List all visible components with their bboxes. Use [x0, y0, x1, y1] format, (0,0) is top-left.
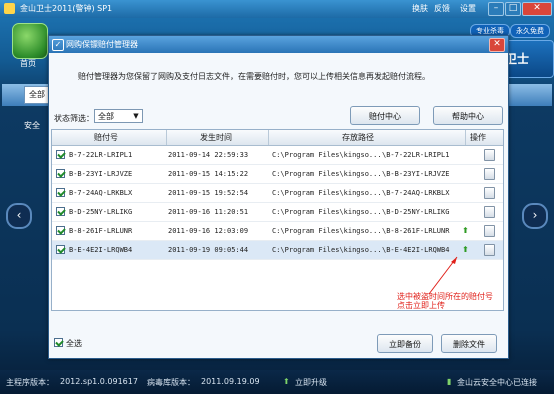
row-time: 2011-09-16 11:20:51 — [168, 208, 249, 216]
open-file-icon[interactable] — [484, 187, 495, 199]
row-time: 2011-09-15 14:15:22 — [168, 170, 249, 178]
dialog-title-bar: ✓ 网购保镖赔付管理器 ✕ — [49, 36, 508, 53]
row-checkbox[interactable] — [56, 207, 65, 216]
upload-icon[interactable]: ⬆ — [462, 226, 469, 235]
table-row[interactable]: B-E-4E2I-LRQWB4 2011-09-19 09:05:44 C:\Pro… — [52, 241, 503, 260]
row-checkbox[interactable] — [56, 226, 65, 235]
row-checkbox[interactable] — [56, 188, 65, 197]
backup-now-button[interactable]: 立即备份 — [377, 334, 433, 353]
open-file-icon[interactable] — [484, 244, 495, 256]
row-path: C:\Program Files\kingso... — [272, 189, 382, 197]
table-row[interactable]: B-B-23YI-LRJVZE 2011-09-15 14:15:22 C:\Pro… — [52, 165, 503, 184]
next-arrow-icon[interactable]: › — [522, 203, 548, 229]
upload-icon[interactable]: ⬆ — [462, 245, 469, 254]
badge-free: 永久免费 — [510, 24, 550, 38]
row-path: C:\Program Files\kingso... — [272, 208, 382, 216]
feedback-link[interactable]: 反馈 — [434, 3, 450, 14]
row-id: B-8-261F-LRLUNR — [69, 227, 133, 235]
close-button[interactable]: ✕ — [522, 2, 552, 16]
dialog-close-button[interactable]: ✕ — [489, 38, 505, 52]
table-row[interactable]: B-D-25NY-LRLIKG 2011-09-16 11:20:51 C:\Pro… — [52, 203, 503, 222]
engine-version: 2012.sp1.0.091617 — [60, 377, 138, 386]
db-version: 2011.09.19.09 — [201, 377, 260, 386]
tab-all[interactable]: 全部 — [24, 86, 50, 104]
skin-link[interactable]: 换肤 — [412, 3, 428, 14]
app-title: 金山卫士2011(警钟) SP1 — [20, 4, 113, 13]
row-path: C:\Program Files\kingso... — [272, 151, 382, 159]
select-all-label: 全选 — [66, 339, 82, 348]
row-checkbox[interactable] — [56, 245, 65, 254]
app-logo-icon — [4, 3, 15, 14]
row-id: B-D-25NY-LRLIKG — [69, 208, 133, 216]
cloud-icon: ▮ — [447, 377, 452, 386]
payout-center-button[interactable]: 赔付中心 — [350, 106, 420, 125]
open-file-icon[interactable] — [484, 206, 495, 218]
status-filter-select[interactable]: 全部 ▼ — [94, 109, 143, 123]
table-row[interactable]: B-8-261F-LRLUNR 2011-09-16 12:03:09 C:\Pro… — [52, 222, 503, 241]
checkbox-logo-icon: ✓ — [52, 39, 64, 51]
col-time: 发生时间 — [200, 133, 232, 142]
minimize-button[interactable]: – — [488, 2, 504, 16]
col-path: 存放路径 — [342, 133, 374, 142]
row-id: B-E-4E2I-LRQWB4 — [69, 246, 133, 254]
maximize-button[interactable]: □ — [505, 2, 521, 16]
row-time: 2011-09-19 09:05:44 — [168, 246, 249, 254]
row-file: \B-E-4E2I-LRQWB4 — [382, 246, 450, 254]
row-file: \B-7-22LR-LRIPL1 — [382, 151, 450, 159]
title-bar: 金山卫士2011(警钟) SP1 换肤 反馈 设置 – □ ✕ — [0, 0, 554, 18]
open-file-icon[interactable] — [484, 149, 495, 161]
note-line-1: 选中被盗时间所在的赔付号 — [397, 292, 493, 301]
filter-label: 状态筛选： — [54, 114, 94, 123]
cloud-status: 金山云安全中心已连接 — [457, 378, 537, 387]
row-id: B-7-24AQ-LRKBLX — [69, 189, 133, 197]
row-id: B-B-23YI-LRJVZE — [69, 170, 133, 178]
instruction-note: 选中被盗时间所在的赔付号 点击立即上传 — [397, 292, 493, 310]
table-row[interactable]: B-7-24AQ-LRKBLX 2011-09-15 19:52:54 C:\Pro… — [52, 184, 503, 203]
settings-link[interactable]: 设置 — [460, 3, 476, 14]
row-checkbox[interactable] — [56, 150, 65, 159]
row-path: C:\Program Files\kingso... — [272, 170, 382, 178]
chevron-down-icon: ▼ — [133, 112, 139, 120]
side-label: 安全 — [24, 121, 40, 130]
dialog-description: 赔付管理器为您保留了网购及支付日志文件，在需要赔付时，您可以上传相关信息再发起赔… — [78, 72, 430, 81]
open-file-icon[interactable] — [484, 225, 495, 237]
row-time: 2011-09-16 12:03:09 — [168, 227, 249, 235]
col-action: 操作 — [470, 133, 486, 142]
row-time: 2011-09-15 19:52:54 — [168, 189, 249, 197]
status-bar: 主程序版本： 2012.sp1.0.091617 病毒库版本： 2011.09.… — [0, 370, 554, 394]
row-file: \B-8-261F-LRLUNR — [382, 227, 450, 235]
row-id: B-7-22LR-LRIPL1 — [69, 151, 133, 159]
table-header: 赔付号 发生时间 存放路径 操作 — [52, 130, 503, 146]
row-file: \B-B-23YI-LRJVZE — [382, 170, 450, 178]
table-row[interactable]: B-7-22LR-LRIPL1 2011-09-14 22:59:33 C:\Pro… — [52, 146, 503, 165]
upgrade-link[interactable]: 立即升级 — [295, 377, 327, 388]
open-file-icon[interactable] — [484, 168, 495, 180]
upgrade-icon: ⬆ — [283, 377, 290, 386]
db-label: 病毒库版本： — [147, 378, 195, 387]
engine-label: 主程序版本： — [6, 378, 54, 387]
payout-manager-dialog: ✓ 网购保镖赔付管理器 ✕ 赔付管理器为您保留了网购及支付日志文件，在需要赔付时… — [48, 35, 509, 359]
delete-files-button[interactable]: 删除文件 — [441, 334, 497, 353]
payout-table: 赔付号 发生时间 存放路径 操作 B-7-22LR-LRIPL1 2011-09-… — [51, 129, 504, 311]
help-center-button[interactable]: 帮助中心 — [433, 106, 503, 125]
row-file: \B-7-24AQ-LRKBLX — [382, 189, 450, 197]
row-time: 2011-09-14 22:59:33 — [168, 151, 249, 159]
note-line-2: 点击立即上传 — [397, 301, 445, 310]
row-path: C:\Program Files\kingso... — [272, 246, 382, 254]
row-file: \B-D-25NY-LRLIKG — [382, 208, 450, 216]
row-path: C:\Program Files\kingso... — [272, 227, 382, 235]
col-id: 赔付号 — [94, 133, 118, 142]
select-all-checkbox[interactable] — [54, 338, 63, 347]
nav-home[interactable]: 首页 — [20, 58, 36, 69]
home-icon[interactable] — [12, 23, 48, 59]
row-checkbox[interactable] — [56, 169, 65, 178]
filter-value: 全部 — [98, 112, 114, 121]
prev-arrow-icon[interactable]: ‹ — [6, 203, 32, 229]
dialog-title: 网购保镖赔付管理器 — [66, 40, 138, 49]
